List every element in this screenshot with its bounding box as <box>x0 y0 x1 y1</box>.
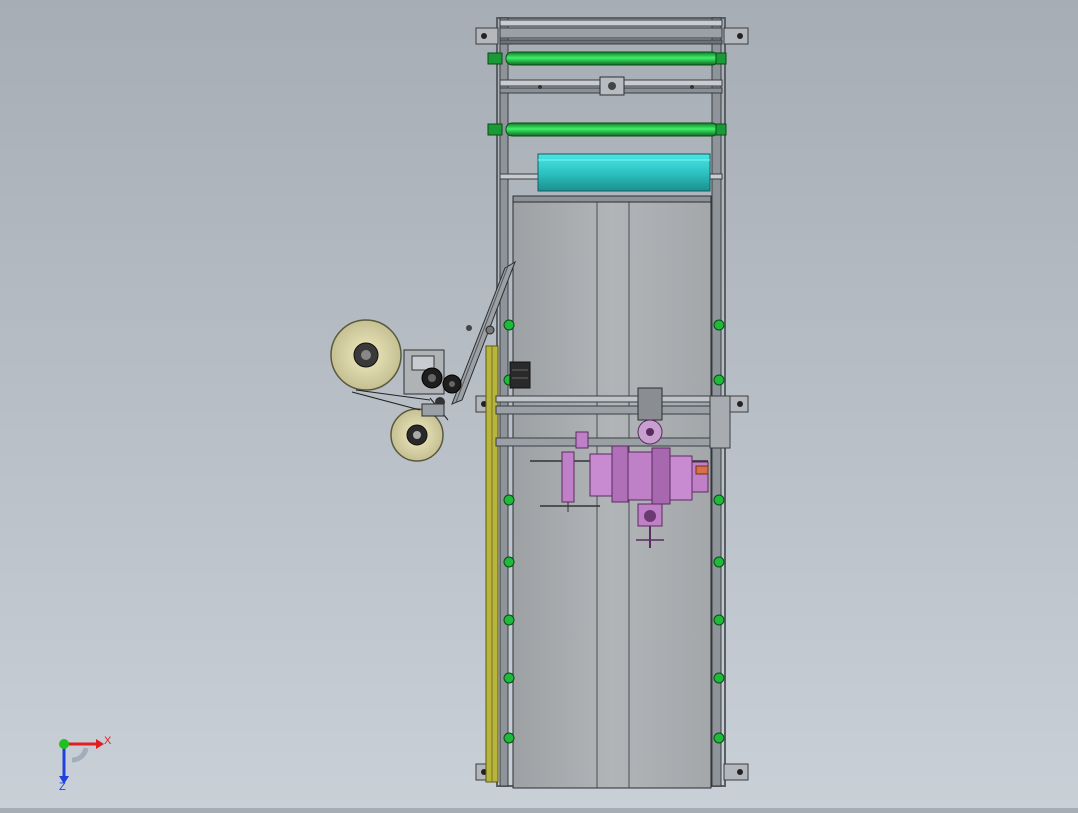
label-roll-small <box>390 408 444 462</box>
film-roll[interactable] <box>537 153 711 192</box>
cad-viewport[interactable]: X Z <box>0 0 1078 808</box>
x-axis-label: X <box>104 735 112 747</box>
model-canvas[interactable]: X Z <box>0 0 1078 808</box>
motor-box <box>509 361 531 389</box>
axis-triad: X Z <box>59 735 112 793</box>
z-axis-label: Z <box>59 781 66 793</box>
upper-roller[interactable] <box>487 122 727 137</box>
top-roller[interactable] <box>487 51 727 66</box>
label-roll-large <box>330 319 402 391</box>
y-axis-dot <box>59 739 69 749</box>
cross-beam <box>499 76 723 96</box>
